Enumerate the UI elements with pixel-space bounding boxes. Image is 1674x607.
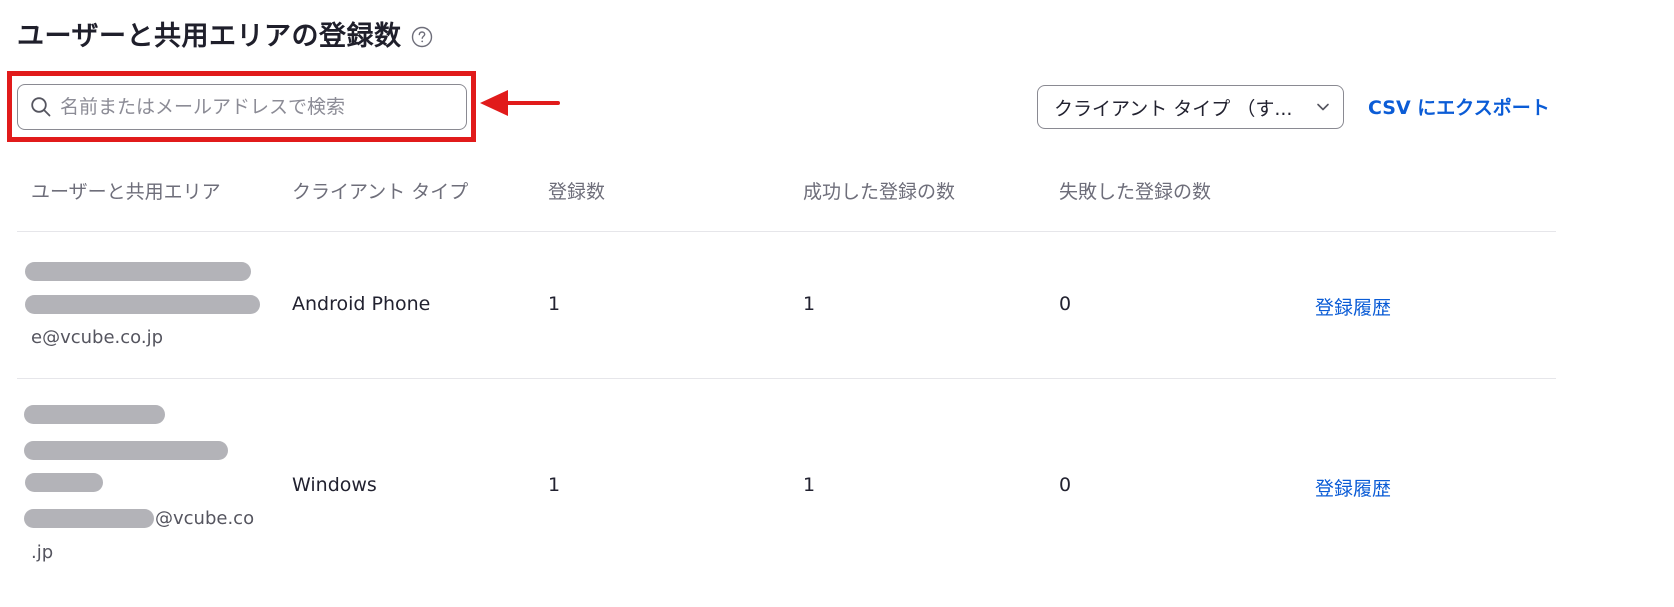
registrations-cell: 1 bbox=[548, 474, 561, 496]
redacted-name bbox=[24, 441, 228, 460]
question-circle-icon[interactable] bbox=[410, 25, 434, 49]
registration-history-link[interactable]: 登録履歴 bbox=[1315, 293, 1391, 320]
client-type-dropdown[interactable]: クライアント タイプ （す... bbox=[1037, 85, 1344, 129]
row-divider bbox=[17, 378, 1556, 379]
csv-export-link[interactable]: CSV にエクスポート bbox=[1368, 93, 1550, 120]
search-box[interactable] bbox=[17, 84, 467, 130]
failed-cell: 0 bbox=[1059, 474, 1072, 496]
header-divider bbox=[17, 231, 1556, 232]
user-email: @vcube.co bbox=[155, 508, 255, 529]
redacted-name bbox=[25, 262, 251, 281]
client-type-dropdown-label: クライアント タイプ （す... bbox=[1054, 97, 1293, 120]
redacted-email bbox=[24, 509, 154, 528]
client-type-cell: Android Phone bbox=[292, 293, 431, 315]
column-header-registrations: 登録数 bbox=[548, 181, 606, 203]
user-email: e@vcube.co.jp bbox=[31, 327, 163, 348]
annotation-arrow-icon bbox=[480, 90, 560, 116]
success-cell: 1 bbox=[803, 293, 816, 315]
column-header-user: ユーザーと共用エリア bbox=[31, 181, 221, 203]
page-title: ユーザーと共用エリアの登録数 bbox=[17, 21, 402, 52]
registration-count-page: ユーザーと共用エリアの登録数 クライアント タイプ （す... CSV にエクス… bbox=[0, 0, 1674, 607]
redacted-email bbox=[25, 295, 260, 314]
column-header-client-type: クライアント タイプ bbox=[292, 181, 469, 203]
column-header-failed: 失敗した登録の数 bbox=[1059, 181, 1212, 203]
column-header-success: 成功した登録の数 bbox=[803, 181, 956, 203]
search-icon bbox=[31, 97, 51, 117]
search-input[interactable] bbox=[60, 96, 450, 118]
failed-cell: 0 bbox=[1059, 293, 1072, 315]
title-row: ユーザーと共用エリアの登録数 bbox=[17, 14, 434, 53]
registration-history-link[interactable]: 登録履歴 bbox=[1315, 474, 1391, 501]
registrations-cell: 1 bbox=[548, 293, 561, 315]
success-cell: 1 bbox=[803, 474, 816, 496]
redacted-name bbox=[25, 473, 103, 492]
chevron-down-icon bbox=[1317, 103, 1329, 111]
client-type-cell: Windows bbox=[292, 474, 377, 496]
user-email-continued: .jp bbox=[31, 542, 54, 563]
redacted-name bbox=[24, 405, 165, 424]
